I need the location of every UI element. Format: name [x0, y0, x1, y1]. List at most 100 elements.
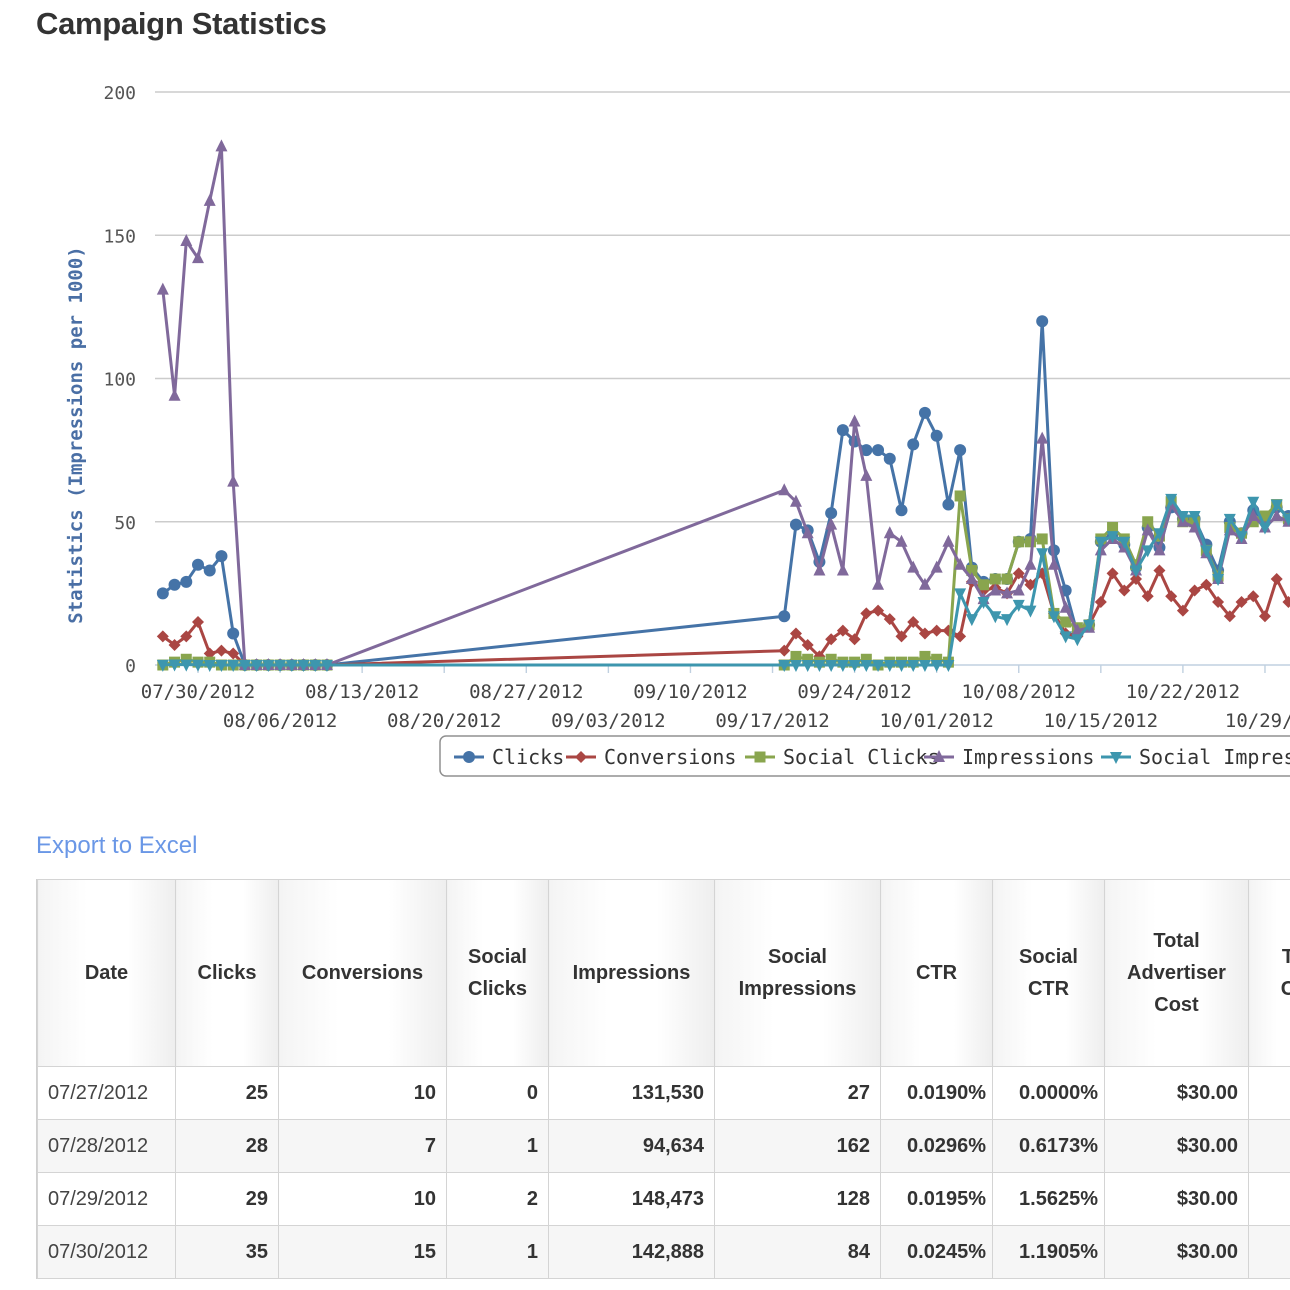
table-row: 07/27/2012 25 10 0 131,530 27 0.0190% 0.0000% $3…	[37, 1066, 1290, 1120]
data-point	[1001, 614, 1014, 627]
data-point	[954, 588, 967, 601]
y-axis-ticks: 200 150 100 50 0	[103, 83, 136, 677]
column-header[interactable]: Social Clicks	[446, 879, 549, 1067]
column-header[interactable]: Conversions	[278, 879, 447, 1067]
series-line	[161, 569, 1290, 667]
table-cell: 0.0245%	[880, 1225, 993, 1279]
table-cell: 28	[175, 1119, 279, 1173]
data-point	[954, 444, 967, 457]
column-header[interactable]: Date	[37, 879, 176, 1067]
x-axis-ticks: 07/30/2012 08/13/2012 08/27/2012 09/10/2012…	[141, 665, 1290, 732]
y-tick-label: 0	[125, 656, 136, 677]
data-point	[942, 534, 955, 547]
column-header[interactable]: Clicks	[175, 879, 279, 1067]
x-tick-label: 10/08/2012	[962, 681, 1076, 703]
y-tick-label: 100	[103, 370, 136, 391]
data-point	[192, 558, 204, 571]
data-point	[860, 468, 873, 481]
data-point	[954, 630, 967, 643]
data-point	[860, 607, 873, 620]
data-point	[215, 550, 228, 563]
x-tick-label: 10/01/2012	[879, 710, 993, 732]
column-header[interactable]: Social CTR	[992, 879, 1105, 1067]
table-cell: 07/29/2012	[37, 1172, 176, 1226]
data-point	[954, 490, 966, 502]
column-header[interactable]: CTR	[880, 879, 993, 1067]
data-point	[180, 575, 193, 588]
chart-legend[interactable]: Clicks Conversions Social Clicks Impression…	[439, 735, 1290, 777]
table-body: 07/27/2012 25 10 0 131,530 27 0.0190% 0.0000% $3…	[37, 1066, 1290, 1279]
table-cell: 07/27/2012	[37, 1066, 176, 1120]
table-cell: $	[1248, 1225, 1290, 1279]
series-social-clicks	[157, 490, 1290, 671]
x-tick-label: 09/10/2012	[633, 681, 747, 703]
export-to-excel-link[interactable]: Export to Excel	[36, 832, 197, 860]
x-tick-label: 10/15/2012	[1044, 710, 1158, 732]
chart-grid	[155, 91, 1290, 666]
table-cell: $30.00	[1104, 1066, 1249, 1120]
x-tick-label: 10/29/2	[1225, 710, 1290, 732]
x-tick-label: 07/30/2012	[141, 681, 255, 703]
table-cell: 15	[278, 1225, 447, 1279]
table-cell: 1	[446, 1225, 549, 1279]
series-social-impressions	[156, 493, 1290, 672]
table-row: 07/28/2012 28 7 1 94,634 162 0.0296% 0.6173% $30…	[37, 1119, 1290, 1173]
data-point	[836, 424, 849, 437]
table-cell: 84	[714, 1225, 881, 1279]
data-point	[930, 560, 943, 573]
data-point	[203, 193, 216, 206]
legend-label: Social Impress	[1139, 745, 1290, 769]
x-tick-label: 08/20/2012	[387, 710, 501, 732]
data-point	[825, 517, 838, 530]
table-cell: $	[1248, 1119, 1290, 1173]
table-cell: 0.0195%	[880, 1172, 993, 1226]
table-cell: $	[1248, 1066, 1290, 1120]
data-point	[215, 644, 228, 657]
data-point	[1036, 315, 1049, 328]
column-header[interactable]: Social Impressions	[714, 879, 881, 1067]
statistics-table: Date Clicks Conversions Social Clicks Impress…	[37, 879, 1290, 1279]
column-header[interactable]: Impressions	[548, 879, 715, 1067]
x-tick-label: 08/06/2012	[223, 710, 337, 732]
data-point	[1001, 573, 1013, 585]
data-point	[203, 564, 216, 577]
table-row: 07/30/2012 35 15 1 142,888 84 0.0245% 1.1905% $3…	[37, 1225, 1290, 1279]
data-point	[883, 452, 896, 465]
data-point	[1036, 533, 1048, 545]
table-header-row: Date Clicks Conversions Social Clicks Impress…	[37, 879, 1290, 1067]
table-cell: 10	[278, 1172, 447, 1226]
data-point	[1153, 564, 1166, 577]
series-line	[161, 319, 1290, 667]
data-point	[872, 577, 885, 590]
data-point	[836, 563, 849, 576]
legend-label: Conversions	[604, 745, 736, 769]
column-header[interactable]: Total Advertiser Cost	[1104, 879, 1249, 1067]
data-point	[156, 587, 169, 600]
x-tick-label: 09/17/2012	[715, 710, 829, 732]
table-cell: 131,530	[548, 1066, 715, 1120]
data-point	[907, 438, 920, 451]
series-line	[162, 497, 1290, 667]
table-cell: 1	[446, 1119, 549, 1173]
table-cell: 142,888	[548, 1225, 715, 1279]
data-point	[965, 614, 978, 627]
x-tick-label: 10/22/2012	[1126, 681, 1240, 703]
data-point	[895, 504, 908, 517]
page-title: Campaign Statistics	[36, 6, 327, 41]
table-cell: 0	[446, 1066, 549, 1120]
data-point	[1071, 634, 1084, 647]
data-point	[168, 388, 181, 401]
data-point	[825, 507, 838, 520]
table-cell: $	[1248, 1172, 1290, 1226]
data-point	[848, 414, 861, 427]
data-point	[942, 498, 955, 511]
data-point	[1012, 583, 1025, 596]
table-cell: $30.00	[1104, 1119, 1249, 1173]
column-header[interactable]: TC	[1248, 879, 1290, 1067]
data-point	[789, 518, 802, 531]
table-cell: 35	[175, 1225, 279, 1279]
table-cell: 1.5625%	[992, 1172, 1105, 1226]
y-tick-label: 150	[103, 226, 136, 247]
data-point	[883, 526, 896, 539]
y-axis-label: Statistics (Impressions per 1000)	[65, 246, 87, 624]
